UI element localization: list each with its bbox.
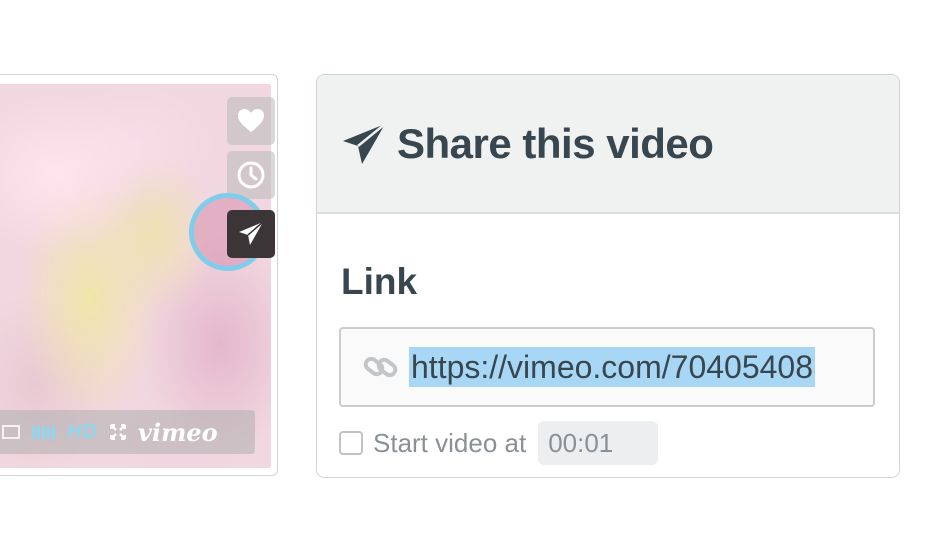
volume-icon[interactable] [32, 425, 55, 439]
fullscreen-icon[interactable] [109, 424, 126, 440]
watch-later-button[interactable] [227, 151, 275, 199]
video-control-bar: HD vimeo [0, 410, 255, 454]
start-time-input[interactable]: 00:01 [538, 421, 659, 465]
vimeo-logo[interactable]: vimeo [138, 418, 218, 447]
share-panel-header: Share this video [317, 75, 899, 214]
start-time-row: Start video at 00:01 [339, 421, 659, 465]
link-section-label: Link [341, 261, 418, 302]
share-link-url[interactable]: https://vimeo.com/70405408 [409, 347, 816, 387]
hd-button[interactable]: HD [67, 421, 98, 444]
clock-icon [237, 161, 265, 189]
share-panel: Share this video Link https://vimeo.com/… [316, 74, 900, 478]
paper-plane-icon [239, 221, 264, 245]
like-button[interactable] [227, 97, 275, 145]
start-time-label: Start video at [373, 427, 527, 458]
chain-link-icon [363, 356, 398, 378]
progress-indicator[interactable] [2, 425, 20, 439]
heart-icon [238, 109, 264, 132]
share-title: Share this video [397, 119, 714, 167]
paper-plane-icon [343, 122, 386, 164]
share-button[interactable] [227, 210, 275, 258]
share-link-field[interactable]: https://vimeo.com/70405408 [339, 327, 875, 407]
start-time-checkbox[interactable] [339, 431, 363, 455]
